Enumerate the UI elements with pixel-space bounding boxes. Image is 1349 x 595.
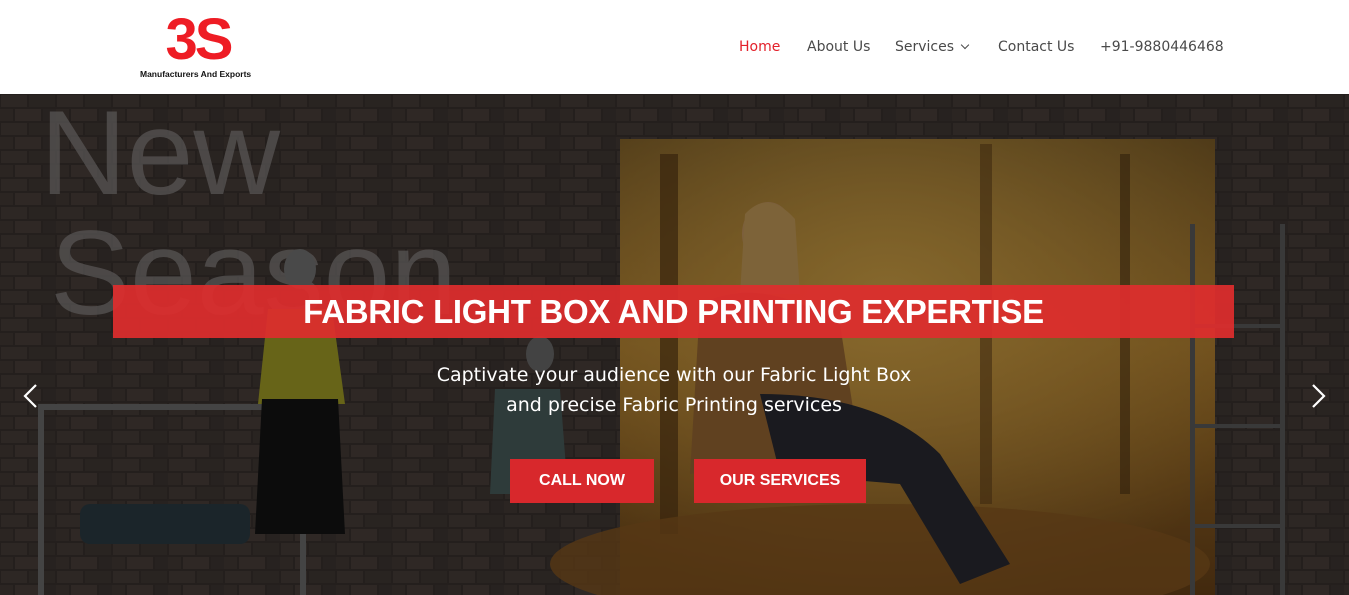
nav-services[interactable]: Services (895, 38, 970, 56)
logo-tagline: Manufacturers And Exports (140, 69, 252, 79)
nav-about-us[interactable]: About Us (807, 38, 870, 56)
hero-title-band: FABRIC LIGHT BOX AND PRINTING EXPERTISE (113, 285, 1234, 338)
hero-subtitle: Captivate your audience with our Fabric … (374, 360, 974, 420)
chevron-down-icon (960, 40, 970, 50)
call-now-button[interactable]: CALL NOW (510, 459, 654, 503)
chevron-right-icon[interactable] (1307, 383, 1329, 409)
nav-contact-us[interactable]: Contact Us (998, 38, 1074, 56)
site-header: 3S Manufacturers And Exports Home About … (0, 0, 1349, 94)
hero-subtitle-line-2: and precise Fabric Printing services (506, 394, 842, 416)
hero-slider: New Season FABRIC LIGHT BOX AND PRINTING… (0, 94, 1349, 595)
nav-services-label: Services (895, 39, 955, 55)
hero-overlay (0, 94, 1349, 595)
nav-phone-number[interactable]: +91-9880446468 (1100, 38, 1224, 56)
hero-title: FABRIC LIGHT BOX AND PRINTING EXPERTISE (303, 293, 1044, 330)
chevron-left-icon[interactable] (20, 383, 42, 409)
our-services-button[interactable]: OUR SERVICES (694, 459, 866, 503)
logo-mark: 3S (165, 7, 234, 72)
hero-subtitle-line-1: Captivate your audience with our Fabric … (436, 364, 912, 386)
brand-logo[interactable]: 3S Manufacturers And Exports (140, 7, 255, 82)
nav-home[interactable]: Home (739, 38, 780, 56)
